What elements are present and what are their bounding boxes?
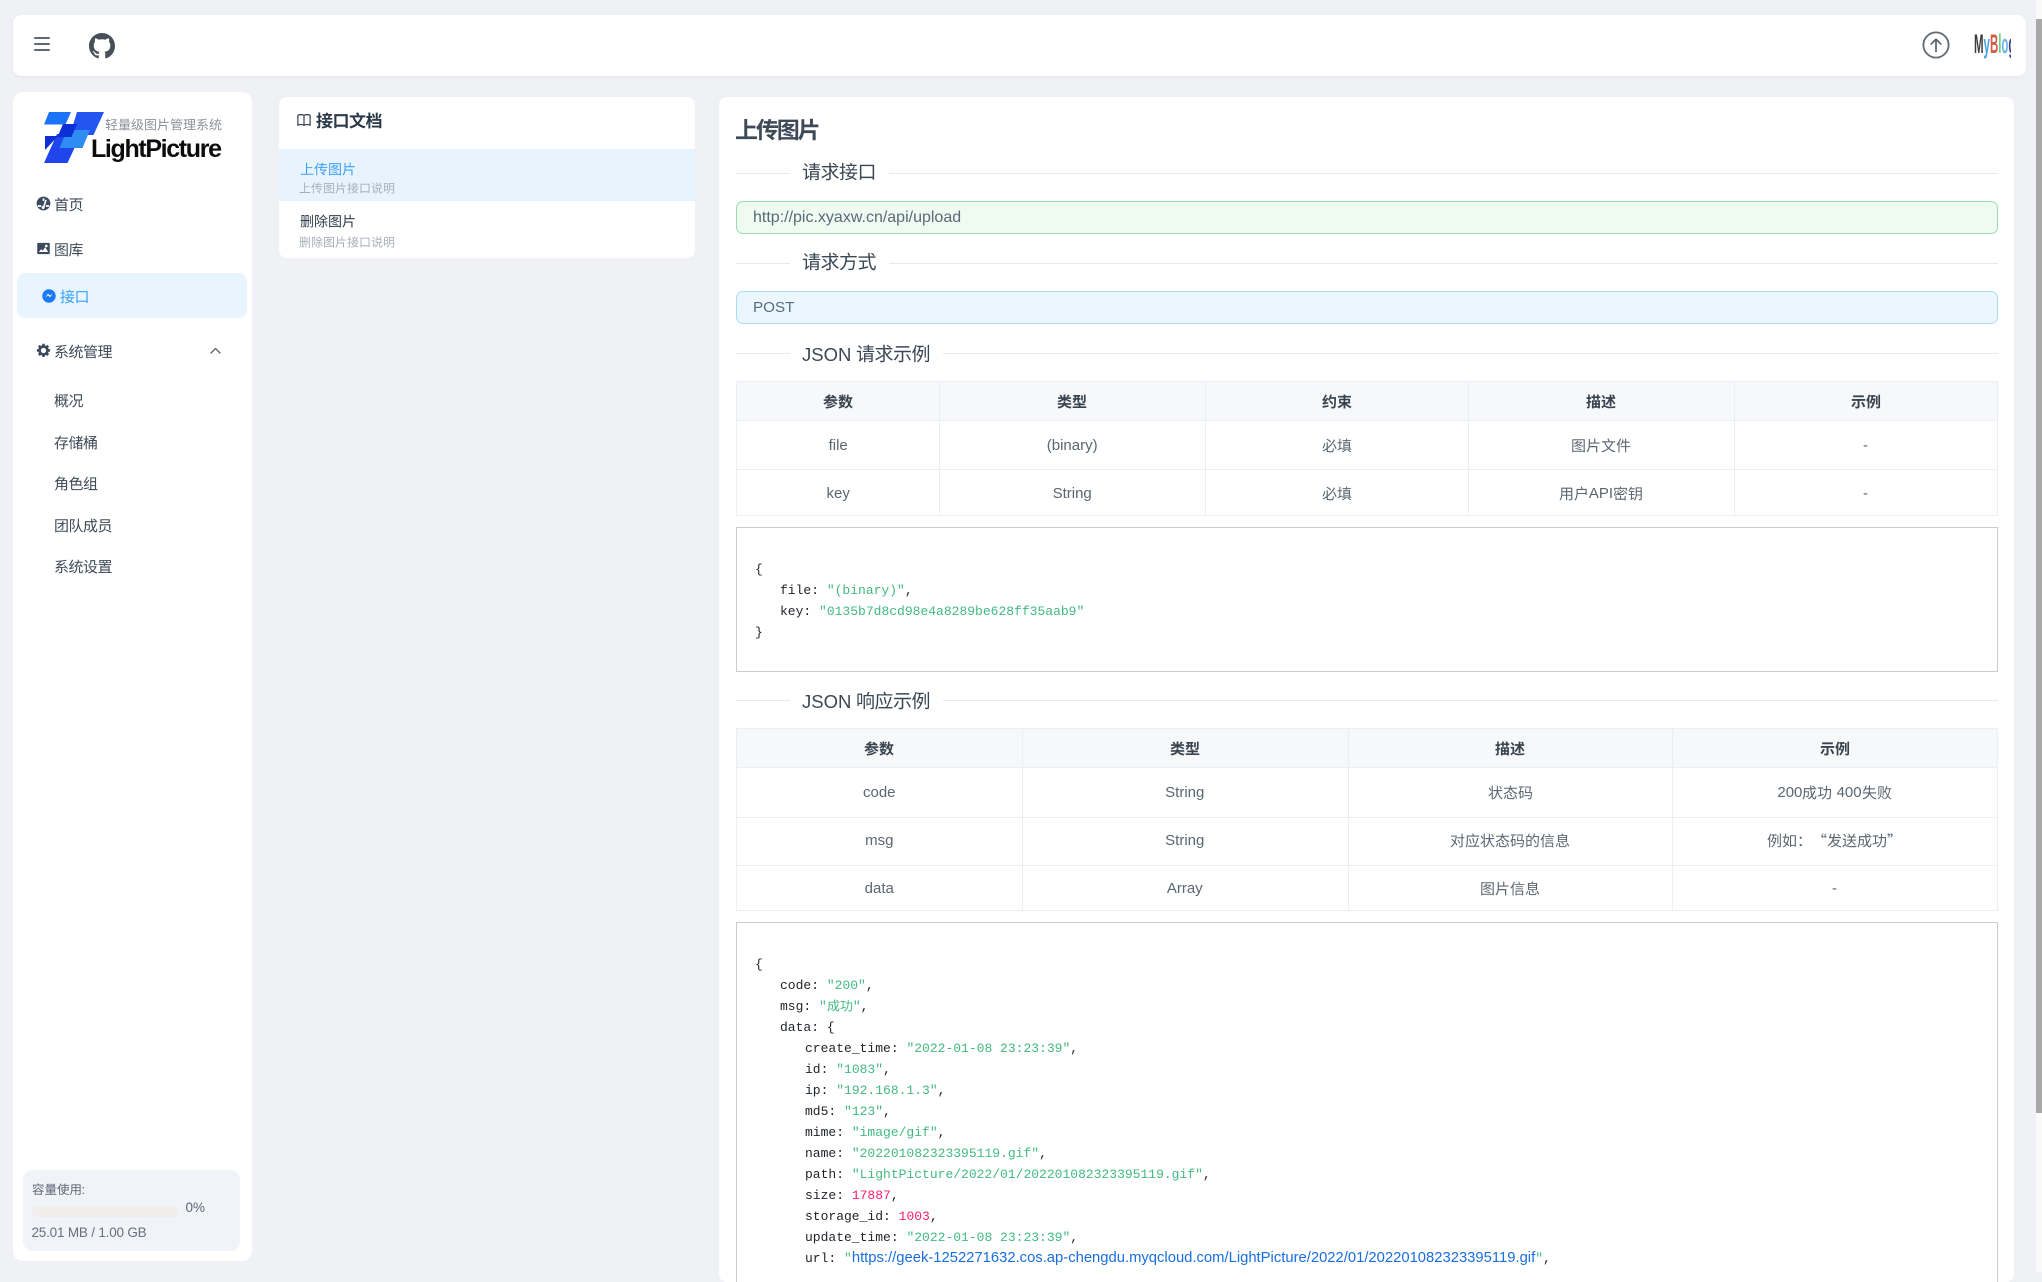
svg-text:MyBlog: MyBlog [1974,31,2011,59]
